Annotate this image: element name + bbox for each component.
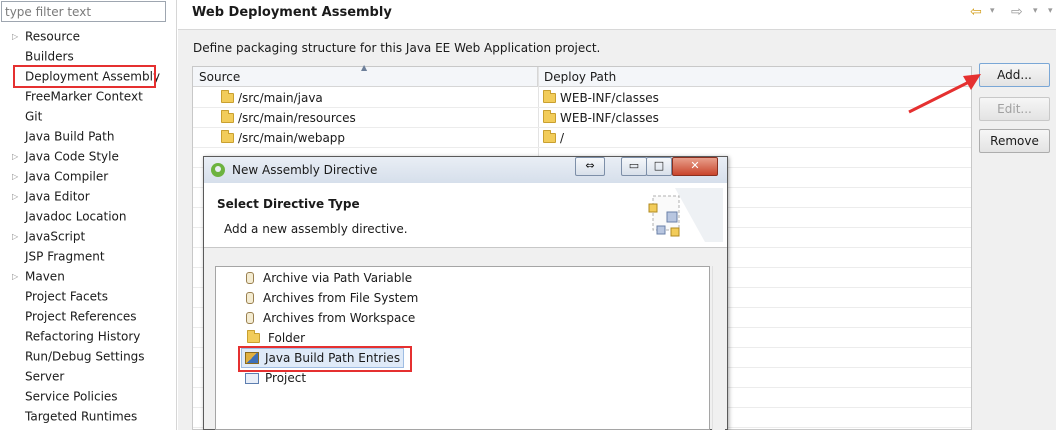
sidebar-item-project-references[interactable]: Project References: [12, 306, 137, 326]
project-icon: [245, 373, 259, 384]
list-item-archives-from-file-system[interactable]: Archives from File System: [243, 288, 418, 308]
folder-icon: [247, 330, 260, 343]
deploy-path-cell: /: [560, 131, 565, 145]
close-window-button[interactable]: ✕: [672, 157, 718, 176]
folder-icon: [221, 90, 234, 103]
deploy-path-cell: WEB-INF/classes: [560, 111, 659, 125]
table-row[interactable]: /src/main/java WEB-INF/classes: [193, 88, 971, 108]
folder-icon: [543, 90, 556, 103]
remove-button[interactable]: Remove: [979, 129, 1050, 153]
deploy-path-cell: WEB-INF/classes: [560, 91, 659, 105]
jar-icon: [246, 292, 254, 304]
expand-arrow-icon[interactable]: ▷: [12, 227, 25, 247]
sidebar-item-jsp-fragment[interactable]: JSP Fragment: [12, 246, 105, 266]
view-menu-chevron-icon[interactable]: ▾: [1048, 6, 1053, 16]
sidebar-item-maven[interactable]: ▷ Maven: [12, 266, 65, 286]
sidebar-item-server[interactable]: Server: [12, 366, 64, 386]
page-title: Web Deployment Assembly: [192, 5, 392, 20]
list-item-folder[interactable]: Folder: [247, 328, 305, 348]
forward-arrow-icon[interactable]: ⇨: [1011, 4, 1023, 20]
sidebar-item-java-build-path[interactable]: Java Build Path: [12, 126, 114, 146]
table-row[interactable]: /src/main/webapp /: [193, 128, 971, 148]
source-cell: /src/main/java: [238, 91, 323, 105]
sidebar-item-builders[interactable]: Builders: [12, 46, 74, 66]
sidebar-item-targeted-runtimes[interactable]: Targeted Runtimes: [12, 406, 137, 426]
sidebar-item-git[interactable]: Git: [12, 106, 42, 126]
spring-leaf-icon: [211, 163, 225, 177]
page-description: Define packaging structure for this Java…: [193, 41, 601, 55]
filter-input[interactable]: [1, 1, 166, 22]
minimize-window-button[interactable]: ▭: [621, 157, 647, 176]
sidebar-item-resource[interactable]: ▷ Resource: [12, 26, 80, 46]
expand-arrow-icon[interactable]: ▷: [12, 167, 25, 187]
source-cell: /src/main/resources: [238, 111, 356, 125]
back-menu-chevron-icon[interactable]: ▾: [990, 6, 995, 16]
maximize-window-button[interactable]: □: [646, 157, 672, 176]
folder-icon: [543, 130, 556, 143]
jar-icon: [246, 272, 254, 284]
back-arrow-icon[interactable]: ⇦: [970, 4, 982, 20]
sidebar-item-service-policies[interactable]: Service Policies: [12, 386, 118, 406]
folder-icon: [543, 110, 556, 123]
sidebar-item-java-compiler[interactable]: ▷ Java Compiler: [12, 166, 108, 186]
expand-arrow-icon[interactable]: ▷: [12, 147, 25, 167]
scrollbar[interactable]: [712, 266, 725, 430]
annotation-arrow-icon: [908, 74, 981, 114]
wizard-banner-icon: [648, 188, 723, 242]
expand-arrow-icon[interactable]: ▷: [12, 187, 25, 207]
sidebar-item-javadoc-location[interactable]: Javadoc Location: [12, 206, 126, 226]
annotation-highlight-box: [13, 65, 156, 88]
table-row[interactable]: /src/main/resources WEB-INF/classes: [193, 108, 971, 128]
sidebar-item-run-debug-settings[interactable]: Run/Debug Settings: [12, 346, 145, 366]
add-button[interactable]: Add...: [979, 63, 1050, 87]
expand-arrow-icon[interactable]: ▷: [12, 267, 25, 287]
expand-arrow-icon[interactable]: ▷: [12, 27, 25, 47]
list-item-archive-via-path-variable[interactable]: Archive via Path Variable: [243, 268, 412, 288]
list-item-project[interactable]: Project: [245, 368, 306, 388]
folder-icon: [221, 110, 234, 123]
sidebar-item-javascript[interactable]: ▷ JavaScript: [12, 226, 85, 246]
forward-menu-chevron-icon[interactable]: ▾: [1033, 6, 1038, 16]
restore-window-button[interactable]: ⇔: [575, 157, 605, 176]
sidebar-item-freemarker-context[interactable]: FreeMarker Context: [12, 86, 143, 106]
source-cell: /src/main/webapp: [238, 131, 346, 145]
sidebar-item-project-facets[interactable]: Project Facets: [12, 286, 108, 306]
jar-icon: [246, 312, 254, 324]
dialog-title: New Assembly Directive: [232, 163, 378, 177]
sidebar-item-java-editor[interactable]: ▷ Java Editor: [12, 186, 90, 206]
sort-ascending-icon: ▲: [361, 63, 368, 72]
list-item-archives-from-workspace[interactable]: Archives from Workspace: [243, 308, 415, 328]
table-header: Source ▲ Deploy Path: [193, 63, 971, 87]
folder-icon: [221, 130, 234, 143]
dialog-header-description: Add a new assembly directive.: [224, 222, 408, 236]
sidebar-item-java-code-style[interactable]: ▷ Java Code Style: [12, 146, 119, 166]
sidebar-item-refactoring-history[interactable]: Refactoring History: [12, 326, 140, 346]
dialog-header-title: Select Directive Type: [217, 197, 360, 211]
edit-button[interactable]: Edit...: [979, 97, 1050, 121]
